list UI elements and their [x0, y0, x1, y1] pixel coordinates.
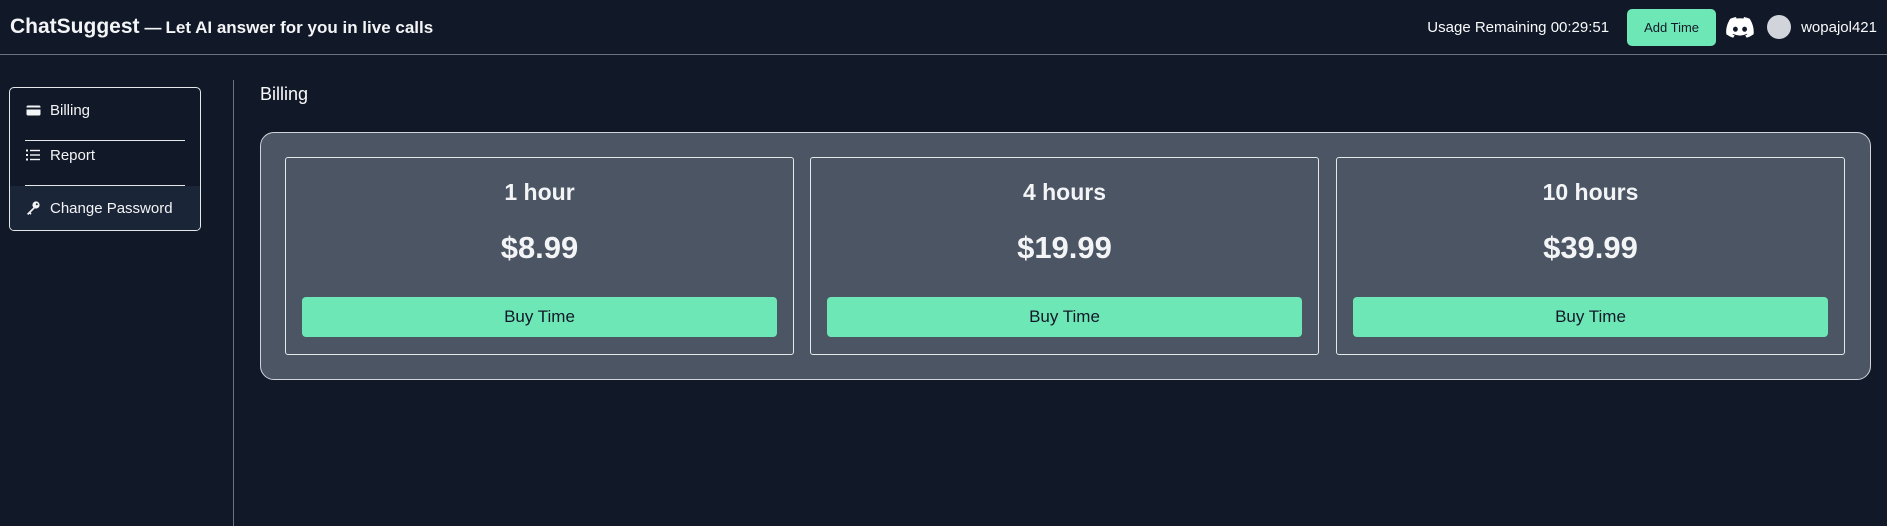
plan-price: $8.99: [500, 230, 579, 265]
brand: ChatSuggest — Let AI answer for you in l…: [10, 15, 433, 39]
brand-tagline: Let AI answer for you in live calls: [165, 18, 434, 37]
buy-time-button[interactable]: Buy Time: [302, 297, 777, 337]
brand-separator: —: [144, 18, 162, 37]
top-bar: ChatSuggest — Let AI answer for you in l…: [0, 0, 1887, 55]
credit-card-icon: [26, 103, 43, 117]
username[interactable]: wopajol421: [1801, 19, 1877, 36]
brand-name: ChatSuggest: [10, 15, 140, 38]
list-icon: [26, 148, 43, 162]
pricing-panel: 1 hour $8.99 Buy Time 4 hours $19.99 Buy…: [260, 132, 1871, 380]
plan-duration: 4 hours: [1022, 179, 1107, 205]
plan-duration: 10 hours: [1542, 179, 1639, 205]
sidebar-item-label: Report: [50, 146, 96, 164]
discord-icon[interactable]: [1725, 15, 1755, 39]
usage-remaining: Usage Remaining 00:29:51: [1427, 18, 1610, 36]
key-icon: [26, 201, 43, 215]
content-divider: [233, 80, 234, 526]
header-actions: Usage Remaining 00:29:51 Add Time wopajo…: [1427, 8, 1877, 46]
buy-time-button[interactable]: Buy Time: [827, 297, 1302, 337]
add-time-button[interactable]: Add Time: [1627, 8, 1717, 46]
page-title: Billing: [260, 84, 309, 104]
avatar[interactable]: [1767, 15, 1792, 39]
plan-price: $19.99: [1017, 230, 1112, 265]
plan-duration: 1 hour: [504, 179, 575, 205]
plan-card: 4 hours $19.99 Buy Time: [810, 157, 1319, 355]
sidebar: Billing Report Change Password: [9, 87, 201, 231]
buy-time-button[interactable]: Buy Time: [1353, 297, 1828, 337]
sidebar-item-change-password[interactable]: Change Password: [10, 186, 200, 230]
sidebar-item-label: Change Password: [50, 199, 173, 217]
plan-card: 1 hour $8.99 Buy Time: [285, 157, 794, 355]
plan-price: $39.99: [1543, 230, 1638, 265]
sidebar-item-label: Billing: [50, 101, 91, 119]
sidebar-item-report[interactable]: Report: [10, 133, 200, 177]
sidebar-item-billing[interactable]: Billing: [10, 88, 200, 132]
plan-card: 10 hours $39.99 Buy Time: [1336, 157, 1845, 355]
